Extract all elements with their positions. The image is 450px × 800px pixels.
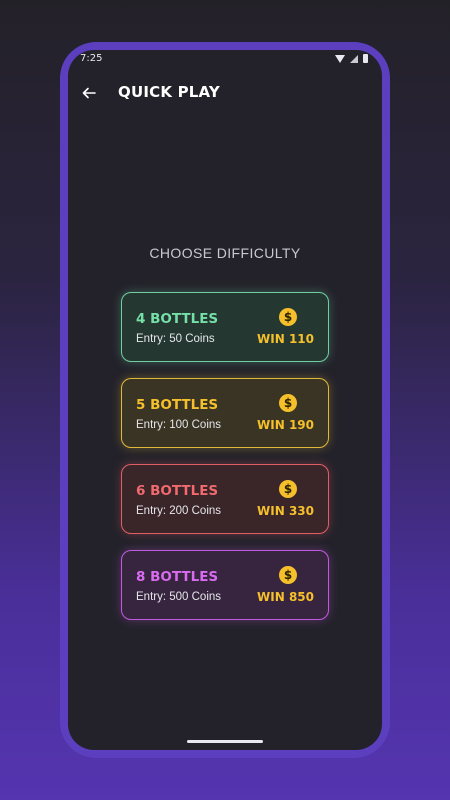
win-amount: WIN 110: [257, 332, 314, 346]
entry-cost: Entry: 50 Coins: [136, 333, 215, 345]
coin-icon: $: [279, 308, 297, 326]
difficulty-card-6-bottles[interactable]: 6 BOTTLES Entry: 200 Coins $ WIN 330: [121, 464, 329, 534]
difficulty-card-8-bottles[interactable]: 8 BOTTLES Entry: 500 Coins $ WIN 850: [121, 550, 329, 620]
status-bar: 7:25: [68, 50, 382, 74]
page-title: QUICK PLAY: [118, 83, 220, 101]
entry-cost: Entry: 100 Coins: [136, 419, 222, 431]
back-button[interactable]: [78, 82, 100, 104]
arrow-left-icon: [82, 87, 96, 99]
battery-icon: [363, 54, 368, 63]
difficulty-title: 6 BOTTLES: [136, 483, 219, 499]
wifi-icon: [335, 54, 345, 63]
top-app-bar: QUICK PLAY: [68, 78, 382, 112]
device-frame: 7:25 QUICK PLAY CHOOSE DIFFICULTY 4 BOTT…: [60, 42, 390, 758]
difficulty-card-4-bottles[interactable]: 4 BOTTLES Entry: 50 Coins $ WIN 110: [121, 292, 329, 362]
difficulty-card-5-bottles[interactable]: 5 BOTTLES Entry: 100 Coins $ WIN 190: [121, 378, 329, 448]
win-amount: WIN 850: [257, 590, 314, 604]
coin-icon: $: [279, 394, 297, 412]
difficulty-title: 8 BOTTLES: [136, 569, 219, 585]
status-icons: [335, 54, 368, 63]
home-indicator[interactable]: [187, 740, 263, 743]
app-screen: 7:25 QUICK PLAY CHOOSE DIFFICULTY 4 BOTT…: [68, 50, 382, 750]
entry-cost: Entry: 500 Coins: [136, 591, 222, 603]
coin-icon: $: [279, 480, 297, 498]
choose-difficulty-heading: CHOOSE DIFFICULTY: [149, 245, 301, 261]
status-time: 7:25: [80, 53, 103, 64]
difficulty-title: 4 BOTTLES: [136, 311, 219, 327]
win-amount: WIN 190: [257, 418, 314, 432]
signal-icon: [350, 54, 358, 63]
win-amount: WIN 330: [257, 504, 314, 518]
difficulty-title: 5 BOTTLES: [136, 397, 219, 413]
coin-icon: $: [279, 566, 297, 584]
entry-cost: Entry: 200 Coins: [136, 505, 222, 517]
